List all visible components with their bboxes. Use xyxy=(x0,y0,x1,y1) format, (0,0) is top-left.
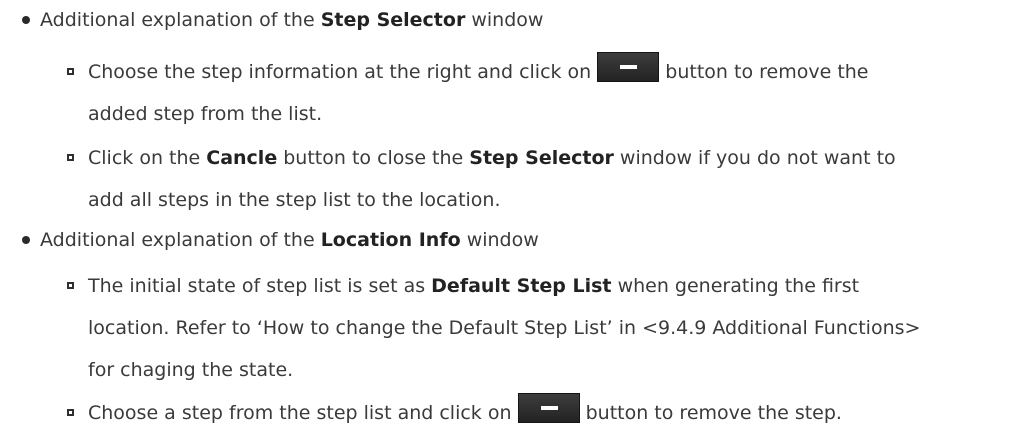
minus-icon xyxy=(597,52,660,82)
heading-bold: Step Selector xyxy=(320,9,466,31)
sub-text: Choose the step information at the right… xyxy=(88,61,598,83)
sub-text: added step from the list. xyxy=(88,103,323,125)
sub-text: Choose a step from the step list and cli… xyxy=(88,402,518,424)
sub-1-2-line-1: Click on the Cancle button to close the … xyxy=(88,146,896,170)
sub-1-1-line-1: Choose the step information at the right… xyxy=(88,52,869,84)
heading-text-end: window xyxy=(460,229,539,251)
sub-text: for chaging the state. xyxy=(88,359,294,381)
sub-bold: Step Selector xyxy=(469,147,614,169)
document-page: Additional explanation of the Step Selec… xyxy=(0,0,1030,434)
bullet-dot xyxy=(22,236,30,244)
sub-text-end: window if you do not want to xyxy=(613,147,896,169)
sub-text-end: button to remove the step. xyxy=(579,402,842,424)
sub-text: Click on the xyxy=(88,147,207,169)
sub-bold: Cancle xyxy=(206,147,278,169)
heading-text: Additional explanation of the xyxy=(40,9,321,31)
sub-text-end: when generating the first xyxy=(611,275,860,297)
sub-2-1-line-3: for chaging the state. xyxy=(88,358,293,382)
sub-text: The initial state of step list is set as xyxy=(88,275,432,297)
minus-icon xyxy=(517,393,580,423)
heading-bold: Location Info xyxy=(320,229,461,251)
bullet-1-heading: Additional explanation of the Step Selec… xyxy=(40,8,543,32)
sub-text: add all steps in the step list to the lo… xyxy=(88,189,501,211)
sub-bullet-square xyxy=(67,409,74,416)
sub-1-1-line-2: added step from the list. xyxy=(88,102,322,126)
sub-bullet-square xyxy=(67,154,74,161)
bullet-dot xyxy=(22,16,30,24)
sub-2-1-line-1: The initial state of step list is set as… xyxy=(88,274,859,298)
sub-2-1-line-2: location. Refer to ‘How to change the De… xyxy=(88,316,920,340)
sub-bold: Default Step List xyxy=(431,275,612,297)
sub-1-2-line-2: add all steps in the step list to the lo… xyxy=(88,188,501,212)
heading-text-end: window xyxy=(465,9,544,31)
sub-bullet-square xyxy=(67,68,74,75)
sub-text: location. Refer to ‘How to change the De… xyxy=(88,317,921,339)
heading-text: Additional explanation of the xyxy=(40,229,321,251)
bullet-2-heading: Additional explanation of the Location I… xyxy=(40,228,539,252)
sub-text-mid: button to close the xyxy=(277,147,470,169)
sub-2-2-line-1: Choose a step from the step list and cli… xyxy=(88,393,842,425)
sub-text-end: button to remove the xyxy=(659,61,869,83)
sub-bullet-square xyxy=(67,282,74,289)
